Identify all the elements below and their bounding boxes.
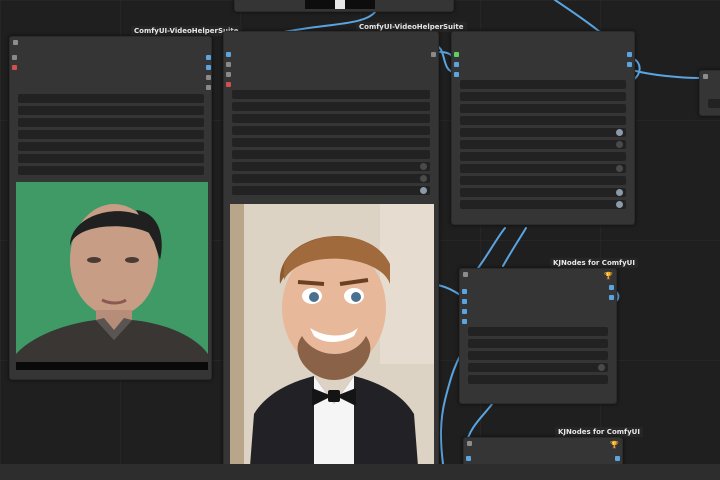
output-slot[interactable] <box>206 85 211 90</box>
output-slot[interactable] <box>206 75 211 80</box>
input-slot[interactable] <box>462 319 467 324</box>
widget-toggle[interactable] <box>420 163 427 170</box>
partial-node-right[interactable] <box>699 70 720 116</box>
input-slot[interactable] <box>454 72 459 77</box>
node-widget[interactable] <box>232 126 430 135</box>
widget-toggle[interactable] <box>616 141 623 148</box>
input-slot[interactable] <box>462 299 467 304</box>
node-widget[interactable] <box>232 150 430 159</box>
node-collapse-toggle[interactable] <box>703 74 708 79</box>
widget-toggle[interactable] <box>420 187 427 194</box>
video-preview-person <box>16 182 208 370</box>
widget-toggle[interactable] <box>598 364 605 371</box>
node-collapse-toggle[interactable] <box>467 441 472 446</box>
output-slot[interactable] <box>609 285 614 290</box>
node-widget[interactable] <box>460 92 626 101</box>
output-slot[interactable] <box>627 62 632 67</box>
node-badge-kjnodes-1: KJNodes for ComfyUI <box>550 258 638 268</box>
node-widget[interactable] <box>18 118 204 127</box>
node-widget[interactable] <box>18 166 204 175</box>
node-widget[interactable] <box>18 154 204 163</box>
widget-toggle[interactable] <box>616 201 623 208</box>
input-slot-mask[interactable] <box>226 82 231 87</box>
node-widget[interactable] <box>232 90 430 99</box>
input-slot[interactable] <box>466 456 471 461</box>
badge-label: KJNodes for ComfyUI <box>558 428 640 436</box>
input-slot[interactable] <box>454 62 459 67</box>
node-widget[interactable] <box>460 104 626 113</box>
video-helper-node-1[interactable] <box>9 36 212 380</box>
input-slot-mask[interactable] <box>12 65 17 70</box>
input-slot-latent[interactable] <box>454 52 459 57</box>
graph-canvas[interactable]: ComfyUI-VideoHelperSuite ComfyUI-VideoHe… <box>0 0 720 480</box>
node-widget[interactable] <box>460 116 626 125</box>
node-collapse-toggle[interactable] <box>463 272 468 277</box>
widget-toggle[interactable] <box>616 189 623 196</box>
node-widget[interactable] <box>460 152 626 161</box>
node-widget[interactable] <box>18 94 204 103</box>
widget-toggle[interactable] <box>616 129 623 136</box>
settings-node-3[interactable] <box>451 31 635 225</box>
node-widget[interactable] <box>18 106 204 115</box>
node-widget[interactable] <box>460 200 626 209</box>
top-node-preview-image <box>305 0 375 9</box>
bottom-panel-bar <box>0 464 720 480</box>
node-widget[interactable] <box>460 188 626 197</box>
node-widget[interactable] <box>18 130 204 139</box>
node-widget[interactable] <box>232 162 430 171</box>
node-widget[interactable] <box>460 176 626 185</box>
input-slot[interactable] <box>226 62 231 67</box>
output-slot-image[interactable] <box>206 55 211 60</box>
input-slot[interactable] <box>462 289 467 294</box>
node-widget[interactable] <box>232 114 430 123</box>
node-widget[interactable] <box>460 128 626 137</box>
node-widget[interactable] <box>232 138 430 147</box>
node-widget[interactable] <box>232 102 430 111</box>
kjnodes-node-1[interactable]: 🏆 <box>459 268 617 404</box>
output-slot[interactable] <box>609 295 614 300</box>
node-widget[interactable] <box>468 363 608 372</box>
trophy-icon: 🏆 <box>610 441 619 449</box>
node-widget[interactable] <box>18 142 204 151</box>
widget-toggle[interactable] <box>616 165 623 172</box>
node-widget[interactable] <box>460 164 626 173</box>
input-slot[interactable] <box>226 72 231 77</box>
output-slot[interactable] <box>431 52 436 57</box>
video-preview-cartoon <box>230 204 434 466</box>
node-badge-kjnodes-2: KJNodes for ComfyUI <box>555 427 643 437</box>
node-widget[interactable] <box>468 339 608 348</box>
node-widget[interactable] <box>708 99 720 108</box>
widget-toggle[interactable] <box>420 175 427 182</box>
node-widget[interactable] <box>468 375 608 384</box>
node-widget[interactable] <box>232 174 430 183</box>
top-partial-node[interactable] <box>234 0 454 12</box>
input-slot[interactable] <box>12 55 17 60</box>
node-widget[interactable] <box>468 327 608 336</box>
output-slot[interactable] <box>615 456 620 461</box>
node-collapse-toggle[interactable] <box>13 40 18 45</box>
video-helper-node-2[interactable] <box>223 31 439 467</box>
node-widget[interactable] <box>468 351 608 360</box>
node-widget[interactable] <box>232 186 430 195</box>
node-widget[interactable] <box>460 140 626 149</box>
trophy-icon: 🏆 <box>604 272 613 280</box>
input-slot[interactable] <box>462 309 467 314</box>
node-widget[interactable] <box>460 80 626 89</box>
input-slot-image[interactable] <box>226 52 231 57</box>
output-slot[interactable] <box>206 65 211 70</box>
output-slot[interactable] <box>627 52 632 57</box>
badge-label: KJNodes for ComfyUI <box>553 259 635 267</box>
